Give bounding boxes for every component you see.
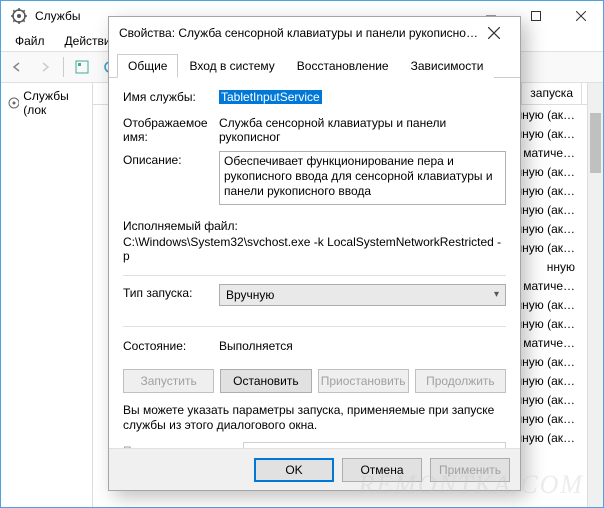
general-tab-panel: Имя службы: TabletInputService Отображае… <box>109 78 520 478</box>
label-executable: Исполняемый файл: <box>123 219 506 233</box>
label-description: Описание: <box>123 151 219 167</box>
scrollbar-thumb[interactable] <box>590 113 601 173</box>
tab-general[interactable]: Общие <box>117 54 178 78</box>
back-button[interactable] <box>5 55 29 79</box>
startup-type-select[interactable]: Вручную ▾ <box>219 284 506 306</box>
close-button[interactable] <box>558 1 603 31</box>
dialog-close-button[interactable] <box>478 17 510 49</box>
dialog-footer: OK Отмена Применить <box>109 448 520 490</box>
resume-button: Продолжить <box>415 369 506 393</box>
pause-button: Приостановить <box>318 369 409 393</box>
start-button: Запустить <box>123 369 214 393</box>
value-executable: C:\Windows\System32\svchost.exe -k Local… <box>123 235 506 263</box>
tool-icon-1[interactable] <box>70 55 94 79</box>
menu-file[interactable]: Файл <box>5 32 55 50</box>
vertical-scrollbar[interactable] <box>587 83 603 507</box>
ok-button[interactable]: OK <box>254 458 334 482</box>
dialog-title: Свойства: Служба сенсорной клавиатуры и … <box>119 26 478 40</box>
value-service-name: TabletInputService <box>219 88 506 104</box>
label-startup-type: Тип запуска: <box>123 284 219 300</box>
tab-dependencies[interactable]: Зависимости <box>400 54 495 78</box>
cancel-button[interactable]: Отмена <box>342 458 422 482</box>
tab-recovery[interactable]: Восстановление <box>286 54 400 78</box>
params-hint: Вы можете указать параметры запуска, при… <box>123 403 506 434</box>
tab-logon[interactable]: Вход в систему <box>178 54 285 78</box>
left-panel: Службы (лок <box>1 83 93 507</box>
services-icon <box>11 8 27 24</box>
value-description[interactable]: Обеспечивает функционирование пера и рук… <box>219 151 506 205</box>
separator <box>63 57 64 77</box>
tree-root-item[interactable]: Службы (лок <box>5 87 88 119</box>
gear-icon <box>7 96 19 110</box>
properties-dialog: Свойства: Служба сенсорной клавиатуры и … <box>108 16 521 491</box>
col-startup[interactable]: запуска <box>521 83 581 104</box>
tab-strip: Общие Вход в систему Восстановление Зави… <box>109 49 520 78</box>
tree-root-label: Службы (лок <box>23 89 86 117</box>
startup-type-value: Вручную <box>226 288 274 302</box>
apply-button: Применить <box>430 458 510 482</box>
label-service-name: Имя службы: <box>123 88 219 104</box>
forward-button[interactable] <box>33 55 57 79</box>
chevron-down-icon: ▾ <box>494 289 499 300</box>
label-display-name: Отображаемое имя: <box>123 114 219 145</box>
value-status: Выполняется <box>219 337 506 353</box>
stop-button[interactable]: Остановить <box>220 369 311 393</box>
label-status: Состояние: <box>123 337 219 353</box>
dialog-titlebar: Свойства: Служба сенсорной клавиатуры и … <box>109 17 520 49</box>
value-display-name: Служба сенсорной клавиатуры и панели рук… <box>219 114 506 144</box>
